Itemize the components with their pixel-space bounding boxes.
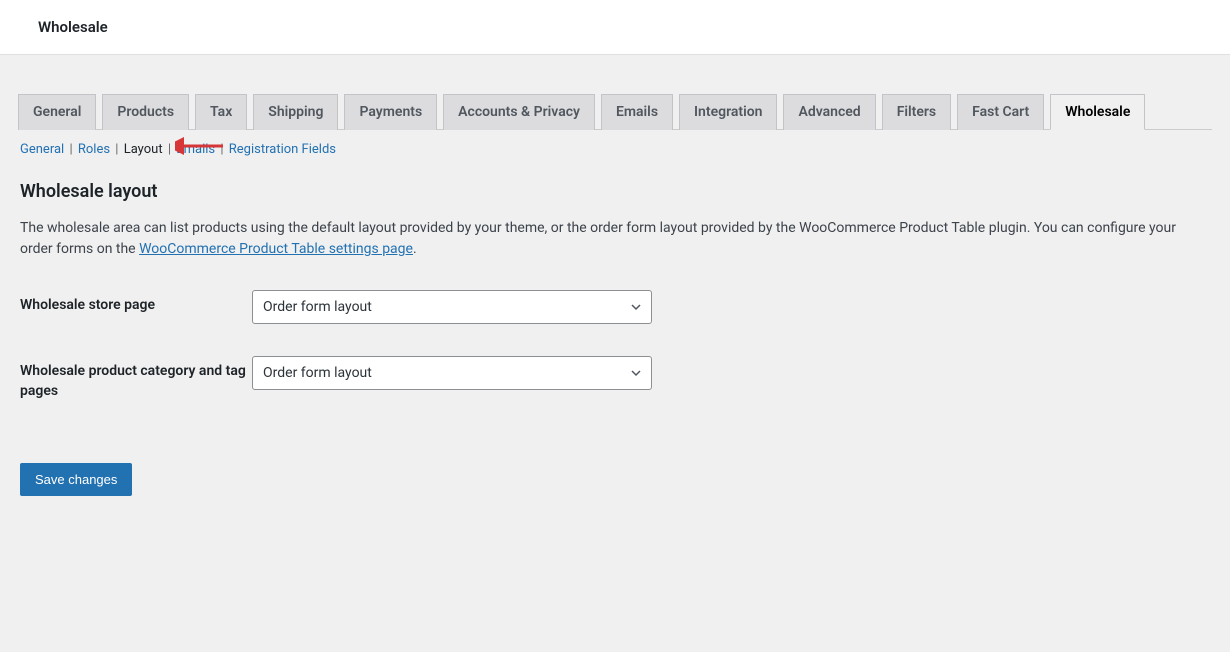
cat-tag-pages-select-wrap: Order form layout [252,356,652,390]
store-page-select-wrap: Order form layout [252,290,652,324]
sub-nav: General | Roles | Layout | Emails | Regi… [18,130,1212,169]
page-header: Wholesale [0,0,1230,55]
subnav-layout[interactable]: Layout [124,142,163,157]
page-header-title: Wholesale [38,18,1192,36]
separator: | [168,142,174,157]
subnav-general[interactable]: General [20,142,64,157]
store-page-label: Wholesale store page [20,290,252,316]
field-row-cat-tag-pages: Wholesale product category and tag pages… [18,356,1212,401]
desc-settings-link[interactable]: WooCommerce Product Table settings page [139,241,413,257]
subnav-emails[interactable]: Emails [176,142,215,157]
tab-filters[interactable]: Filters [882,94,951,130]
tab-advanced[interactable]: Advanced [783,94,875,130]
tab-wholesale[interactable]: Wholesale [1050,94,1145,130]
desc-text-post: . [413,241,417,257]
separator: | [115,142,121,157]
tab-shipping[interactable]: Shipping [253,94,338,130]
tab-integration[interactable]: Integration [679,94,777,130]
subnav-registration-fields[interactable]: Registration Fields [229,142,336,157]
separator: | [69,142,75,157]
save-button[interactable]: Save changes [20,463,132,496]
settings-tabs: General Products Tax Shipping Payments A… [18,93,1212,130]
separator: | [220,142,226,157]
cat-tag-pages-select[interactable]: Order form layout [252,356,652,390]
section-description: The wholesale area can list products usi… [18,218,1212,260]
cat-tag-pages-select-value: Order form layout [263,365,372,381]
subnav-roles[interactable]: Roles [78,142,110,157]
tab-products[interactable]: Products [102,94,189,130]
tab-general[interactable]: General [18,94,96,130]
store-page-select[interactable]: Order form layout [252,290,652,324]
tab-payments[interactable]: Payments [344,94,437,130]
main-content: General Products Tax Shipping Payments A… [0,93,1230,514]
cat-tag-pages-label: Wholesale product category and tag pages [20,356,252,401]
tab-fast-cart[interactable]: Fast Cart [957,94,1044,130]
tab-emails[interactable]: Emails [601,94,673,130]
field-row-store-page: Wholesale store page Order form layout [18,290,1212,324]
tab-tax[interactable]: Tax [195,94,247,130]
store-page-select-value: Order form layout [263,299,372,315]
section-title: Wholesale layout [18,181,1212,202]
tab-accounts-privacy[interactable]: Accounts & Privacy [443,94,595,130]
